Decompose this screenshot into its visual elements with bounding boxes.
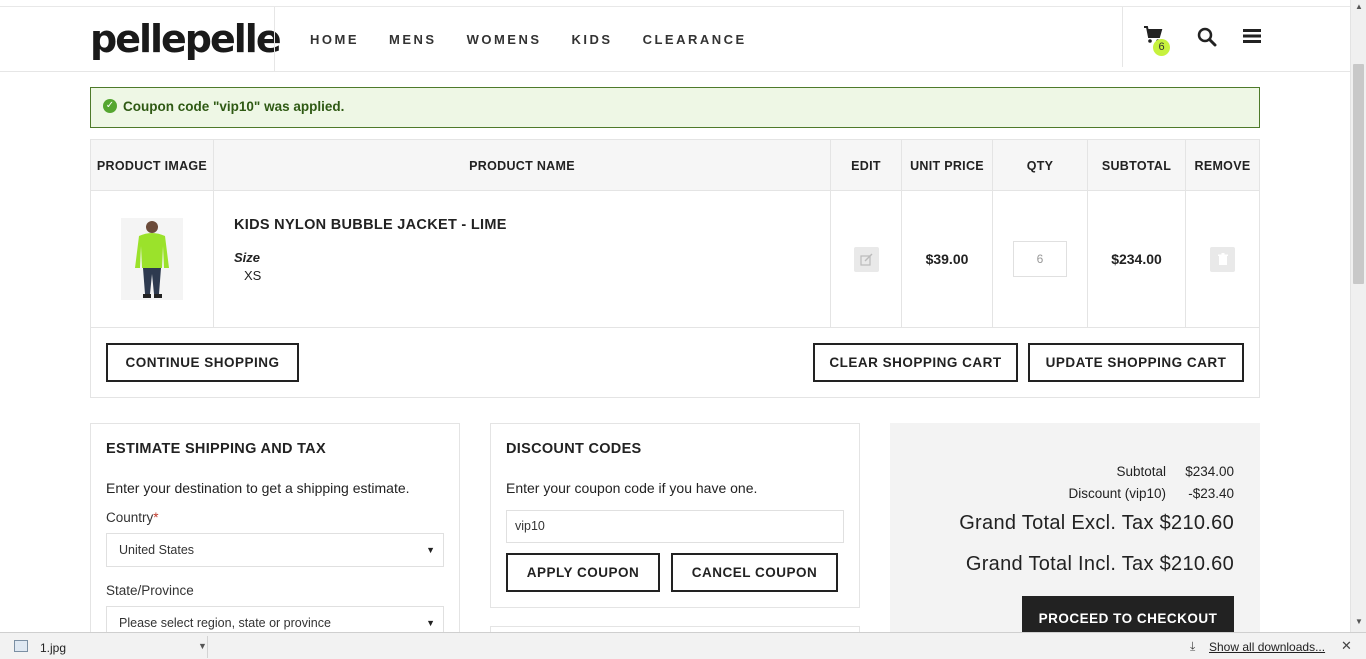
cart-table: PRODUCT IMAGE PRODUCT NAME EDIT UNIT PRI… bbox=[90, 139, 1260, 398]
col-edit: EDIT bbox=[831, 140, 902, 191]
nav-kids[interactable]: KIDS bbox=[572, 32, 613, 47]
scroll-down-icon[interactable]: ▼ bbox=[1355, 617, 1363, 626]
cart-table-header: PRODUCT IMAGE PRODUCT NAME EDIT UNIT PRI… bbox=[91, 140, 1259, 191]
coupon-code-input[interactable]: vip10 bbox=[506, 510, 844, 543]
size-value: XS bbox=[244, 268, 262, 283]
top-strip bbox=[0, 0, 1350, 7]
subtotal-row: Subtotal $234.00 bbox=[1116, 464, 1234, 479]
hamburger-menu-icon[interactable] bbox=[1243, 28, 1261, 44]
proceed-to-checkout-button[interactable]: PROCEED TO CHECKOUT bbox=[1022, 596, 1234, 632]
nav-home[interactable]: HOME bbox=[310, 32, 359, 47]
image-file-icon bbox=[14, 640, 28, 652]
scrollbar-thumb[interactable] bbox=[1353, 64, 1364, 284]
shipping-estimate-box: ESTIMATE SHIPPING AND TAX Enter your des… bbox=[90, 423, 460, 632]
main-nav: HOME MENS WOMENS KIDS CLEARANCE bbox=[310, 7, 777, 71]
subtotal-label: Subtotal bbox=[1116, 464, 1166, 479]
discount-value: -$23.40 bbox=[1188, 486, 1234, 501]
trash-icon[interactable] bbox=[1210, 246, 1235, 272]
shipping-title: ESTIMATE SHIPPING AND TAX bbox=[106, 441, 326, 457]
col-remove: REMOVE bbox=[1194, 158, 1251, 173]
edit-icon[interactable] bbox=[853, 246, 879, 272]
download-file-name: 1.jpg bbox=[40, 641, 67, 655]
kid-jacket-image-icon bbox=[135, 221, 169, 298]
discount-codes-box: DISCOUNT CODES Enter your coupon code if… bbox=[490, 423, 860, 608]
country-label: Country* bbox=[106, 510, 159, 525]
cart-totals: Subtotal $234.00 Discount (vip10) -$23.40 … bbox=[890, 423, 1260, 632]
download-bar: 1.jpg ▼ ⤓ Show all downloads... ✕ bbox=[0, 632, 1366, 659]
qty-input[interactable] bbox=[1013, 241, 1067, 277]
nav-womens[interactable]: WOMENS bbox=[467, 32, 542, 47]
col-qty: QTY bbox=[993, 140, 1088, 191]
page: pellepelle HOME MENS WOMENS KIDS CLEARAN… bbox=[0, 0, 1350, 632]
clear-cart-button[interactable]: CLEAR SHOPPING CART bbox=[813, 343, 1018, 382]
chevron-down-icon: ▼ bbox=[426, 545, 435, 555]
product-name-link[interactable]: KIDS NYLON BUBBLE JACKET - LIME bbox=[234, 217, 507, 233]
country-select[interactable]: United States ▼ bbox=[106, 533, 444, 567]
cancel-coupon-button[interactable]: CANCEL COUPON bbox=[671, 553, 838, 592]
col-subtotal: SUBTOTAL bbox=[1088, 140, 1186, 191]
logo-divider bbox=[274, 7, 275, 71]
grand-total-excl-tax: Grand Total Excl. Tax $210.60 bbox=[959, 512, 1234, 534]
table-row-remove-cell bbox=[1186, 191, 1259, 328]
size-label: Size bbox=[234, 250, 261, 265]
chevron-down-icon: ▼ bbox=[426, 618, 435, 628]
show-all-downloads-link[interactable]: Show all downloads... bbox=[1209, 640, 1325, 654]
continue-shopping-button[interactable]: CONTINUE SHOPPING bbox=[106, 343, 299, 382]
chevron-down-icon[interactable]: ▼ bbox=[198, 641, 207, 651]
nav-mens[interactable]: MENS bbox=[389, 32, 437, 47]
search-icon[interactable] bbox=[1197, 27, 1217, 47]
header-divider bbox=[1122, 7, 1123, 67]
table-row-image-cell bbox=[91, 191, 214, 328]
success-message: ✓ Coupon code "vip10" was applied. bbox=[90, 87, 1260, 128]
product-image[interactable] bbox=[121, 218, 183, 300]
cart-count-badge: 6 bbox=[1153, 39, 1170, 56]
site-header: pellepelle HOME MENS WOMENS KIDS CLEARAN… bbox=[0, 7, 1350, 72]
row-subtotal: $234.00 bbox=[1088, 191, 1186, 328]
discount-description: Enter your coupon code if you have one. bbox=[506, 480, 758, 496]
grand-total-incl-tax: Grand Total Incl. Tax $210.60 bbox=[965, 553, 1234, 575]
download-item[interactable]: 1.jpg ▼ bbox=[4, 636, 208, 658]
discount-row: Discount (vip10) -$23.40 bbox=[1068, 486, 1234, 501]
success-message-text: Coupon code "vip10" was applied. bbox=[123, 99, 345, 114]
table-row-edit-cell bbox=[831, 191, 902, 328]
discount-label: Discount (vip10) bbox=[1068, 486, 1166, 501]
subtotal-value: $234.00 bbox=[1185, 464, 1234, 479]
col-product-image: PRODUCT IMAGE bbox=[91, 140, 214, 191]
check-circle-icon: ✓ bbox=[103, 99, 117, 113]
table-row-name-cell: KIDS NYLON BUBBLE JACKET - LIME Size XS bbox=[214, 191, 831, 328]
apply-coupon-button[interactable]: APPLY COUPON bbox=[506, 553, 660, 592]
vertical-scrollbar[interactable]: ▲ ▼ bbox=[1350, 0, 1366, 632]
state-label: State/Province bbox=[106, 583, 194, 598]
state-select[interactable]: Please select region, state or province … bbox=[106, 606, 444, 632]
nav-clearance[interactable]: CLEARANCE bbox=[643, 32, 747, 47]
update-cart-button[interactable]: UPDATE SHOPPING CART bbox=[1028, 343, 1244, 382]
shipping-description: Enter your destination to get a shipping… bbox=[106, 480, 410, 496]
unit-price: $39.00 bbox=[902, 191, 993, 328]
col-product-name: PRODUCT NAME bbox=[214, 140, 831, 191]
discount-title: DISCOUNT CODES bbox=[506, 441, 642, 457]
table-row-qty-cell bbox=[993, 191, 1088, 328]
col-unit-price: UNIT PRICE bbox=[902, 140, 993, 191]
scroll-up-icon[interactable]: ▲ bbox=[1355, 2, 1363, 11]
close-icon[interactable]: ✕ bbox=[1341, 638, 1352, 654]
brand-logo[interactable]: pellepelle bbox=[90, 11, 282, 67]
download-icon: ⤓ bbox=[1190, 639, 1196, 653]
